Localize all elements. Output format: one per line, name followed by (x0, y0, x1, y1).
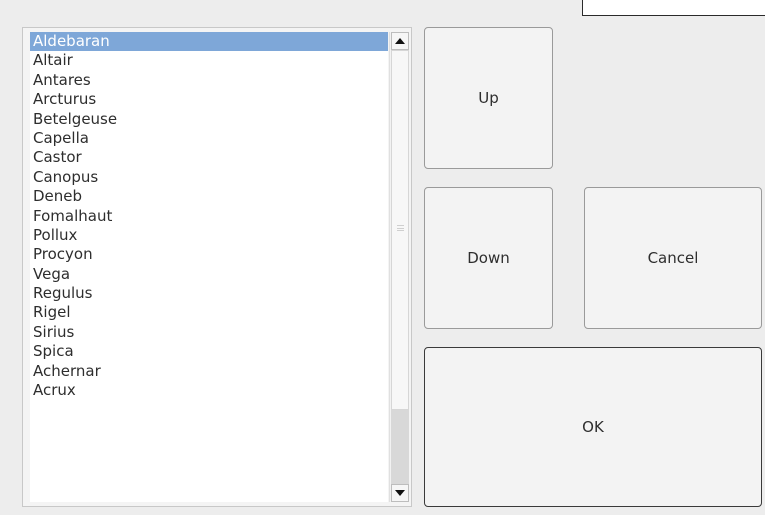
down-button[interactable]: Down (424, 187, 553, 329)
list-item[interactable]: Vega (30, 265, 388, 284)
list-item[interactable]: Antares (30, 71, 388, 90)
list-item[interactable]: Regulus (30, 284, 388, 303)
list-item[interactable]: Arcturus (30, 90, 388, 109)
list-item[interactable]: Aldebaran (30, 32, 388, 52)
dialog-window: Aldebaran Altair Antares Arcturus Betelgeuse… (0, 0, 765, 515)
list-item[interactable]: Spica (30, 342, 388, 361)
list-viewport: Aldebaran Altair Antares Arcturus Betelgeuse… (30, 32, 388, 502)
list-item[interactable]: Acrux (30, 381, 388, 400)
ok-button[interactable]: OK (424, 347, 762, 507)
list-item[interactable]: Pollux (30, 226, 388, 245)
scroll-down-arrow-icon (395, 490, 405, 496)
list-item[interactable]: Deneb (30, 187, 388, 206)
scroll-up-arrow-icon (395, 38, 405, 44)
scroll-track[interactable] (391, 410, 409, 484)
scroll-thumb[interactable] (391, 50, 409, 410)
star-listbox[interactable]: Aldebaran Altair Antares Arcturus Betelgeuse… (22, 27, 412, 507)
scroll-up-button[interactable] (391, 32, 409, 50)
down-button-label: Down (467, 249, 510, 267)
scroll-grip-icon (397, 225, 404, 231)
list-item[interactable]: Canopus (30, 168, 388, 187)
list-item[interactable]: Achernar (30, 362, 388, 381)
list-item[interactable]: Rigel (30, 303, 388, 322)
list-item[interactable]: Procyon (30, 245, 388, 264)
list-item[interactable]: Betelgeuse (30, 110, 388, 129)
list-item[interactable]: Castor (30, 148, 388, 167)
up-button-label: Up (478, 89, 499, 107)
top-input-edge (582, 0, 765, 16)
list-item[interactable]: Altair (30, 51, 388, 70)
list-item[interactable]: Fomalhaut (30, 207, 388, 226)
vertical-scrollbar[interactable] (389, 32, 409, 502)
up-button[interactable]: Up (424, 27, 553, 169)
list-item[interactable]: Sirius (30, 323, 388, 342)
ok-button-label: OK (582, 418, 604, 436)
scroll-down-button[interactable] (391, 484, 409, 502)
cancel-button[interactable]: Cancel (584, 187, 762, 329)
cancel-button-label: Cancel (647, 249, 699, 267)
list-item[interactable]: Capella (30, 129, 388, 148)
